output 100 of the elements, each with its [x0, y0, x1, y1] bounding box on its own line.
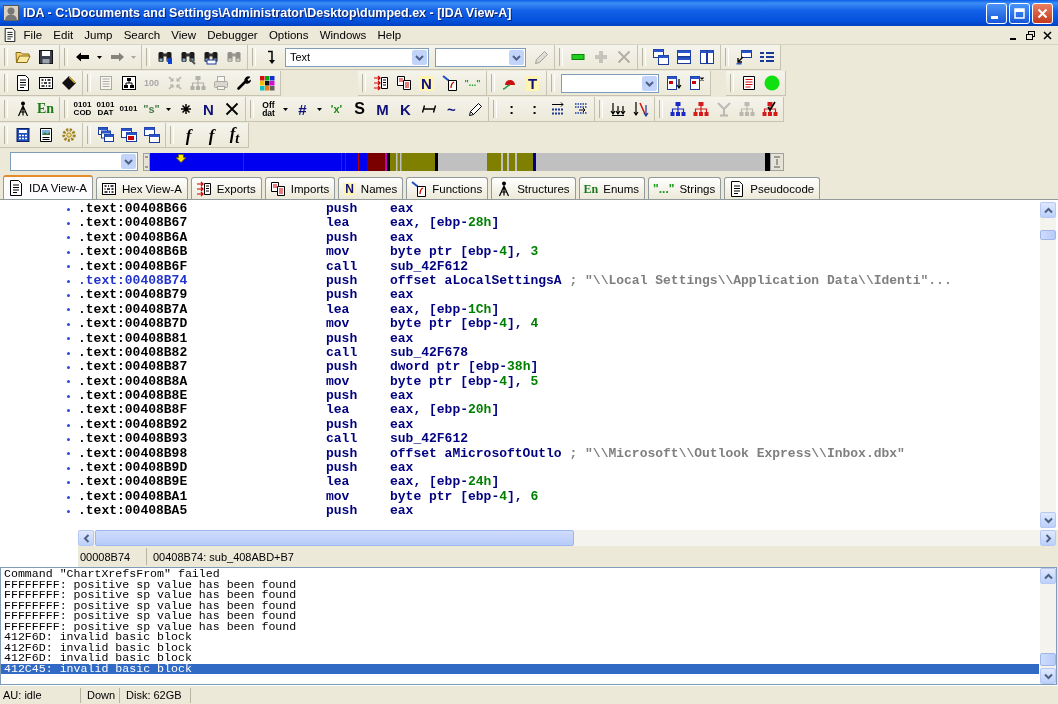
scroll-up-button[interactable] — [1040, 568, 1056, 584]
caret-icon — [97, 55, 102, 59]
mnemonic-text: call — [326, 432, 358, 447]
scroll-left-button[interactable] — [78, 530, 94, 546]
cross-icon — [615, 49, 632, 65]
tab[interactable]: Exports — [190, 177, 262, 199]
scroll-right-button[interactable] — [1040, 530, 1056, 546]
chevron-right-icon — [1043, 533, 1053, 543]
dropdown-field[interactable] — [10, 152, 138, 171]
toolbar-button[interactable]: S — [348, 98, 371, 120]
maximize-button[interactable] — [1009, 2, 1030, 24]
output-line[interactable]: FFFFFFFF: positive sp value has been found — [1, 590, 1039, 601]
toolbar-button[interactable]: K — [394, 98, 417, 120]
menu-item[interactable]: Search — [118, 28, 166, 42]
operand-text: eax — [390, 288, 414, 303]
output-line[interactable]: FFFFFFFF: positive sp value has been found — [1, 600, 1039, 612]
menu-item[interactable]: Edit — [47, 28, 79, 42]
address-text: .text:00408B6B — [78, 245, 188, 260]
picture-document-icon — [37, 127, 54, 143]
tab[interactable]: Pseudocode — [724, 177, 821, 199]
toolbar-button[interactable]: # — [291, 98, 314, 120]
cross-icon — [223, 101, 240, 117]
address-text: .text:00408B6F — [78, 259, 188, 274]
splitter-handle-icon[interactable] — [770, 152, 784, 171]
arrow-lines-icon — [549, 101, 566, 117]
toolbar-button[interactable]: N — [197, 98, 220, 120]
horizontal-scrollbar[interactable] — [78, 530, 1056, 546]
restore-button[interactable] — [1023, 28, 1038, 42]
mnemonic-text: push — [326, 461, 358, 476]
toolbar-button[interactable]: N — [415, 72, 438, 94]
scroll-down-button[interactable] — [1040, 512, 1056, 528]
toolbar-button[interactable]: ~ — [440, 98, 463, 120]
dot-icon — [67, 322, 70, 326]
vertical-scrollbar[interactable] — [1040, 568, 1056, 684]
toolbar-button[interactable]: : — [523, 98, 546, 120]
arrows-document-icon — [195, 180, 212, 197]
vertical-scrollbar[interactable] — [1040, 202, 1056, 528]
document-icon[interactable] — [3, 28, 17, 42]
toolbar-button[interactable]: M — [371, 98, 394, 120]
toolbar-button[interactable]: 0101 COD — [71, 98, 94, 120]
scrollbar-thumb[interactable] — [1040, 230, 1056, 240]
menu-item[interactable]: Jump — [78, 28, 119, 42]
output-line[interactable]: Command "ChartXrefsFrom" failed — [1, 569, 1039, 580]
toolbar-button[interactable]: 'x' — [325, 98, 348, 120]
tab[interactable]: N Names — [338, 177, 404, 199]
tab[interactable]: Hex View-A — [95, 177, 188, 199]
toolbar-button[interactable]: 0101 DAT — [94, 98, 117, 120]
toolbar-button[interactable]: En — [34, 98, 57, 120]
binary-grid-icon — [100, 180, 117, 197]
tab[interactable]: Imports — [264, 177, 336, 199]
toolbar-button[interactable]: f$_{t}$ — [223, 124, 246, 146]
output-line[interactable]: 412F6D: invalid basic block — [1, 632, 1039, 643]
dropdown-field[interactable] — [435, 47, 526, 67]
menu-item[interactable]: View — [165, 28, 202, 42]
menu-item[interactable]: Options — [263, 28, 315, 42]
menu-item[interactable]: Windows — [314, 28, 372, 42]
toolbar-button[interactable]: Off dat — [257, 98, 280, 120]
arrow-document-icon — [411, 180, 428, 197]
toolbar-button[interactable]: : — [500, 98, 523, 120]
menu-item[interactable]: File — [18, 28, 48, 42]
splitter-handle-icon[interactable] — [143, 152, 150, 171]
close-button[interactable] — [1040, 28, 1055, 42]
output-line[interactable]: FFFFFFFF: positive sp value has been found — [1, 621, 1039, 633]
operand-text: sub_42F612 — [390, 259, 468, 274]
operand-text: offset aMicrosoftOutlo — [390, 446, 562, 462]
scrollbar-thumb[interactable] — [95, 530, 574, 546]
output-line[interactable]: 412F6D: invalid basic block — [1, 653, 1039, 664]
operand-text: sub_42F612 — [390, 432, 468, 447]
toolbar-button[interactable]: f — [200, 124, 223, 146]
tab[interactable]: Functions — [406, 177, 489, 199]
mnemonic-text: lea — [326, 216, 350, 231]
output-line[interactable]: FFFFFFFF: positive sp value has been found — [1, 611, 1039, 622]
tab[interactable]: "..." Strings — [648, 177, 722, 199]
tree-icon — [738, 101, 755, 117]
dropdown-field[interactable] — [561, 73, 659, 93]
dot-icon — [67, 366, 70, 369]
minimize-button[interactable] — [986, 2, 1007, 24]
tab[interactable]: En Enums — [578, 177, 646, 199]
scrollbar-thumb[interactable] — [1040, 653, 1056, 666]
scroll-down-button[interactable] — [1040, 668, 1056, 684]
address-text: .text:00408B9E — [78, 475, 188, 490]
toolbar-button[interactable]: 0101 — [117, 98, 140, 120]
chevron-down-icon — [509, 49, 524, 65]
dot-icon — [67, 236, 70, 240]
tab[interactable]: IDA View-A — [3, 175, 93, 199]
caret-icon — [317, 107, 322, 111]
operand-text: byte ptr [ebp-4], 6 — [390, 489, 539, 505]
dropdown-field[interactable]: Text — [285, 47, 429, 67]
output-line[interactable]: FFFFFFFF: positive sp value has been found — [1, 579, 1039, 591]
menu-item[interactable]: Help — [371, 28, 407, 42]
scroll-up-button[interactable] — [1040, 202, 1056, 218]
toolbar-button[interactable]: f — [177, 124, 200, 146]
toolbar-button[interactable]: "s" — [140, 98, 163, 120]
tab[interactable]: Structures — [491, 177, 576, 199]
caret-icon — [131, 55, 136, 59]
output-line[interactable]: 412F6D: invalid basic block — [1, 642, 1039, 654]
toolbar-button[interactable]: T — [521, 72, 544, 94]
dot-icon — [67, 481, 70, 485]
menu-item[interactable]: Debugger — [201, 28, 264, 42]
document-icon — [740, 75, 757, 91]
